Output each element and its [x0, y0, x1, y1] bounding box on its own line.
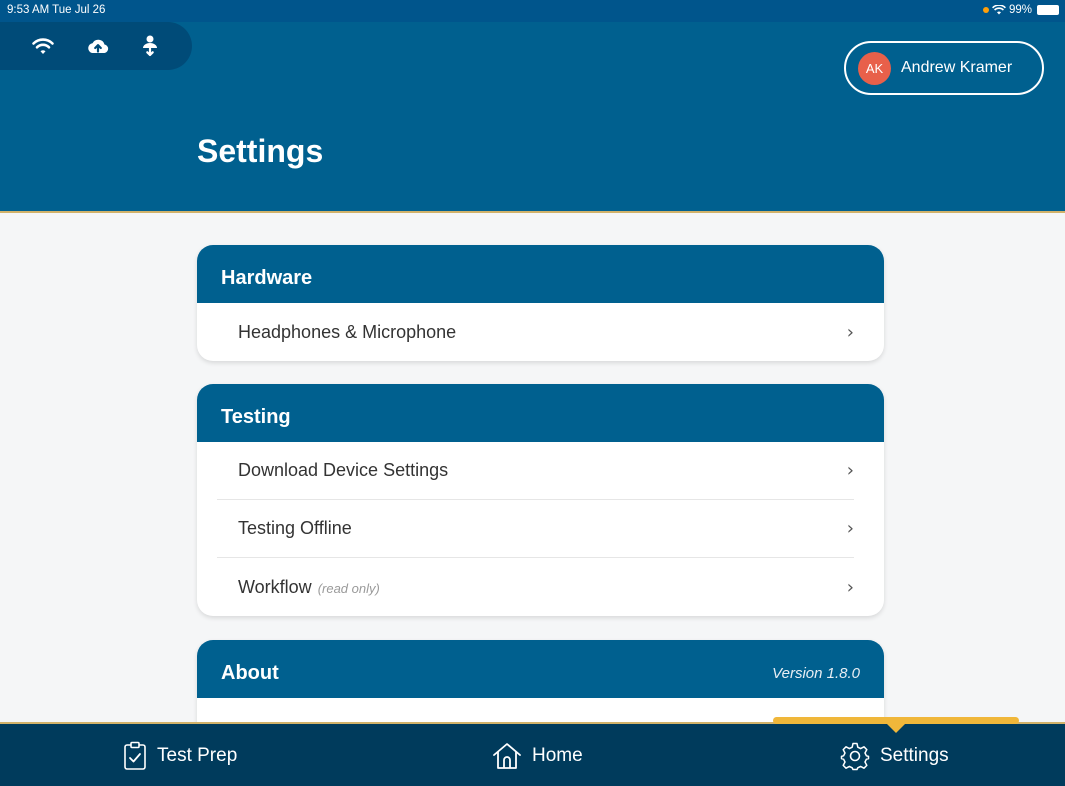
workflow-label: Workflow — [238, 576, 312, 597]
tab-home[interactable]: Home — [492, 724, 583, 786]
user-download-icon[interactable] — [138, 35, 162, 57]
about-card-header: About Version 1.8.0 — [197, 640, 884, 698]
avatar: AK — [858, 51, 891, 85]
row-label: Testing Offline — [238, 518, 352, 538]
tab-label-home: Home — [532, 745, 583, 766]
cloud-upload-icon[interactable] — [86, 35, 110, 57]
hardware-card-header: Hardware — [197, 245, 884, 303]
wifi-status-icon — [992, 5, 1006, 15]
download-device-settings-row[interactable]: Download Device Settings › — [217, 442, 854, 500]
page-title: Settings — [197, 133, 324, 169]
headphones-microphone-row[interactable]: Headphones & Microphone › — [217, 303, 854, 361]
user-name: Andrew Kramer — [901, 59, 1013, 76]
version-label: Version 1.8.0 — [772, 664, 860, 682]
status-bar: 9:53 AM Tue Jul 26 99% — [0, 0, 1065, 22]
chevron-right-icon: › — [846, 576, 854, 598]
hardware-title: Hardware — [221, 266, 313, 289]
wifi-icon[interactable] — [31, 35, 55, 57]
chevron-right-icon: › — [846, 460, 854, 481]
about-title: About — [221, 661, 279, 684]
battery-icon — [1037, 5, 1059, 15]
chevron-right-icon: › — [846, 518, 854, 539]
tab-settings[interactable]: Settings — [840, 724, 949, 786]
read-only-note: (read only) — [317, 580, 380, 596]
recording-dot-icon — [982, 7, 989, 13]
testing-title: Testing — [221, 405, 291, 428]
status-indicators: 99% — [982, 4, 1059, 16]
tab-test-prep[interactable]: Test Prep — [123, 724, 237, 786]
testing-card: Testing Download Device Settings › Testi… — [197, 384, 884, 616]
row-label: Workflow (read only) — [217, 577, 380, 598]
active-tab-caret — [885, 722, 907, 733]
status-time: 9:53 AM Tue Jul 26 — [7, 4, 106, 16]
hardware-card: Hardware Headphones & Microphone › — [197, 245, 884, 361]
clipboard-check-icon — [124, 741, 146, 770]
tab-label-test-prep: Test Prep — [157, 745, 238, 766]
user-profile-button[interactable]: AK Andrew Kramer — [844, 41, 1044, 95]
battery-percent: 99% — [1008, 4, 1032, 16]
home-icon — [493, 743, 521, 769]
chevron-right-icon: › — [846, 321, 854, 343]
tab-label-settings: Settings — [880, 745, 949, 766]
testing-offline-row[interactable]: Testing Offline › — [217, 500, 854, 558]
header-divider — [0, 211, 1065, 213]
row-label: Headphones & Microphone — [238, 321, 457, 342]
gear-icon — [840, 742, 870, 771]
connectivity-status — [0, 22, 192, 70]
testing-card-header: Testing — [197, 384, 884, 442]
row-label: Download Device Settings — [238, 460, 449, 480]
workflow-row[interactable]: Workflow (read only) › — [217, 558, 854, 616]
